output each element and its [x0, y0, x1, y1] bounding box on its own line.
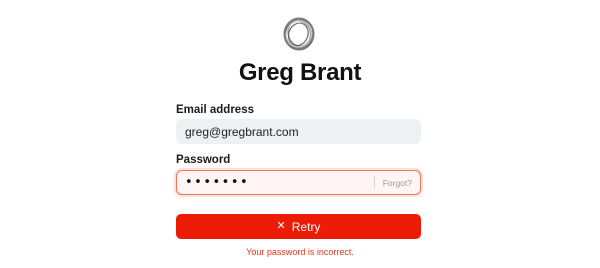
email-label: Email address	[176, 104, 254, 116]
password-label: Password	[176, 154, 231, 166]
email-field-container	[176, 119, 421, 144]
password-field[interactable]: ••••••• Forgot?	[176, 170, 421, 195]
forgot-password-link[interactable]: Forgot?	[383, 178, 412, 188]
password-divider	[373, 176, 375, 189]
login-page: Greg Brant Email address Password ••••••…	[0, 0, 600, 268]
x-icon: ✕	[276, 220, 286, 232]
email-field[interactable]	[177, 120, 420, 143]
password-masked-value[interactable]: •••••••	[177, 171, 374, 194]
app-title: Greg Brant	[238, 59, 362, 86]
retry-button-label: Retry	[291, 219, 321, 234]
retry-button[interactable]: ✕ Retry	[176, 214, 421, 239]
error-message: Your password is incorrect.	[246, 247, 354, 257]
ring-logo-icon	[283, 17, 315, 51]
